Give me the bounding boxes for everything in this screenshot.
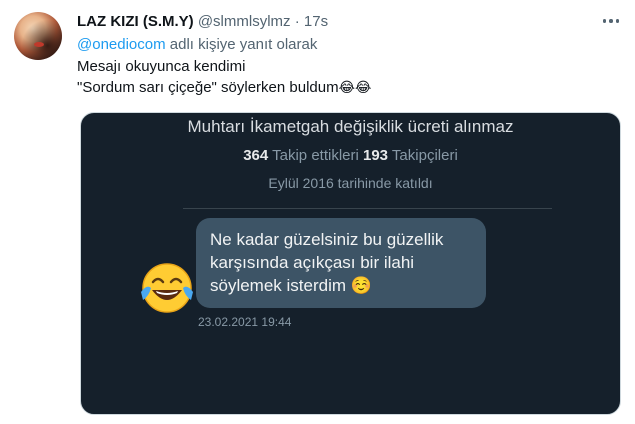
divider <box>183 208 552 209</box>
tweet-text-line-2-body: "Sordum sarı çiçeğe" söylerken buldum <box>77 79 339 96</box>
separator-dot: · <box>294 13 300 30</box>
tweet-text-line-1: Mesajı okuyunca kendimi <box>77 58 246 75</box>
tweet-header: LAZ KIZI (S.M.Y) @slmmlsylmz · 17s <box>77 12 328 32</box>
tears-of-joy-emoji-icon <box>141 263 193 313</box>
message-line-3-text: söylemek isterdim <box>210 276 347 295</box>
tweet-text: Mesajı okuyunca kendimi "Sordum sarı çiç… <box>77 56 371 98</box>
user-handle[interactable]: @slmmlsylmz <box>198 13 291 30</box>
display-name[interactable]: LAZ KIZI (S.M.Y) <box>77 13 194 30</box>
message-line-2: karşısında açıkçası bir ilahi <box>210 253 415 272</box>
message-bubble: Ne kadar güzelsiniz bu güzellik karşısın… <box>196 218 486 308</box>
reply-suffix: adlı kişiye yanıt olarak <box>165 36 318 53</box>
avatar-lip <box>34 42 44 47</box>
message-line-1: Ne kadar güzelsiniz bu güzellik <box>210 230 444 249</box>
more-options-icon[interactable] <box>600 10 622 32</box>
smiling-emoji: ☺️ <box>350 276 372 295</box>
reply-context: @onediocom adlı kişiye yanıt olarak <box>77 35 317 55</box>
profile-bio: Muhtarı İkametgah değişiklik ücreti alın… <box>187 117 514 136</box>
following-count: 364 <box>243 147 269 164</box>
avatar[interactable] <box>14 12 62 60</box>
profile-stats: 364 Takip ettikleri 193 Takipçileri <box>81 147 620 164</box>
joined-date: Eylül 2016 tarihinde katıldı <box>268 175 433 191</box>
tweet-media-image[interactable]: Muhtarı İkametgah değişiklik ücreti alın… <box>80 112 621 415</box>
followers-count: 193 <box>363 147 389 164</box>
followers-label: Takipçileri <box>388 147 458 164</box>
tweet-text-line-2: "Sordum sarı çiçeğe" söylerken buldum😂😂 <box>77 77 371 98</box>
avatar-hair <box>14 12 62 60</box>
message-line-3: söylemek isterdim ☺️ <box>210 274 472 297</box>
reply-mention[interactable]: @onediocom <box>77 36 166 53</box>
message-timestamp: 23.02.2021 19:44 <box>198 315 292 329</box>
following-label: Takip ettikleri <box>268 147 363 164</box>
laughing-emoji: 😂😂 <box>338 79 372 95</box>
tweet-time[interactable]: 17s <box>304 13 328 30</box>
